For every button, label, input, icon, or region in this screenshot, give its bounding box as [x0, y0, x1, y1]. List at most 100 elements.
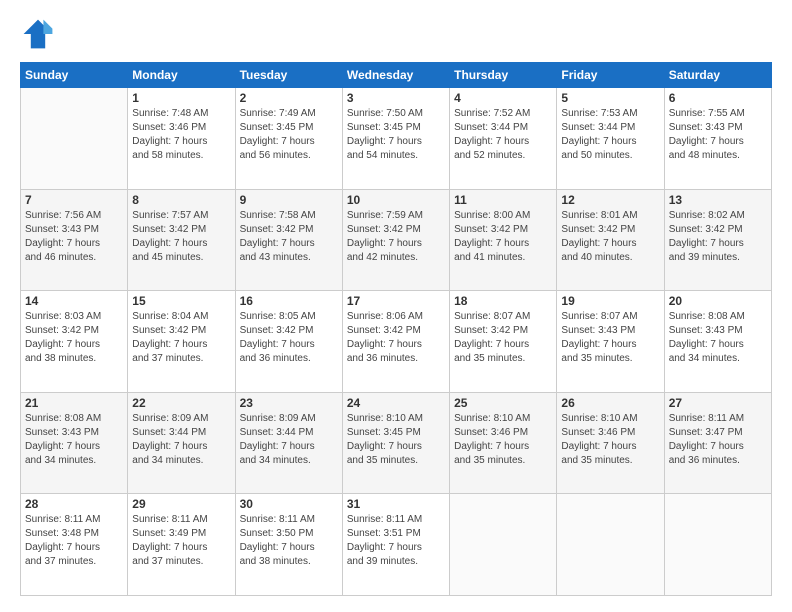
daylight-text-line1: Daylight: 7 hours [240, 339, 315, 350]
sunrise-text: Sunrise: 7:53 AM [561, 108, 637, 119]
sunset-text: Sunset: 3:44 PM [561, 122, 635, 133]
daylight-text-line1: Daylight: 7 hours [240, 441, 315, 452]
calendar-week-2: 7Sunrise: 7:56 AMSunset: 3:43 PMDaylight… [21, 189, 772, 291]
day-number: 19 [561, 294, 659, 308]
calendar-table: SundayMondayTuesdayWednesdayThursdayFrid… [20, 62, 772, 596]
sunrise-text: Sunrise: 8:09 AM [132, 413, 208, 424]
daylight-text-line2: and 48 minutes. [669, 150, 740, 161]
sunset-text: Sunset: 3:49 PM [132, 528, 206, 539]
sunrise-text: Sunrise: 7:50 AM [347, 108, 423, 119]
day-number: 12 [561, 193, 659, 207]
daylight-text-line1: Daylight: 7 hours [347, 339, 422, 350]
sunrise-text: Sunrise: 8:11 AM [240, 514, 315, 525]
daylight-text-line1: Daylight: 7 hours [347, 542, 422, 553]
calendar-cell: 13 Sunrise: 8:02 AM Sunset: 3:42 PM Dayligh… [664, 189, 771, 291]
sunrise-text: Sunrise: 8:04 AM [132, 311, 208, 322]
sunset-text: Sunset: 3:42 PM [240, 325, 314, 336]
calendar-week-3: 14 Sunrise: 8:03 AM Sunset: 3:42 PM Dayligh… [21, 291, 772, 393]
sunset-text: Sunset: 3:43 PM [561, 325, 635, 336]
daylight-text-line2: and 34 minutes. [669, 353, 740, 364]
col-header-tuesday: Tuesday [235, 63, 342, 88]
daylight-text-line2: and 38 minutes. [25, 353, 96, 364]
daylight-text-line2: and 52 minutes. [454, 150, 525, 161]
page: SundayMondayTuesdayWednesdayThursdayFrid… [0, 0, 792, 612]
calendar-cell: 11Sunrise: 8:00 AMSunset: 3:42 PMDayligh… [450, 189, 557, 291]
calendar-header-row: SundayMondayTuesdayWednesdayThursdayFrid… [21, 63, 772, 88]
daylight-text-line1: Daylight: 7 hours [347, 441, 422, 452]
sunset-text: Sunset: 3:44 PM [240, 427, 314, 438]
daylight-text-line2: and 38 minutes. [240, 556, 311, 567]
daylight-text-line2: and 37 minutes. [132, 556, 203, 567]
sunset-text: Sunset: 3:42 PM [669, 224, 743, 235]
sunset-text: Sunset: 3:42 PM [132, 224, 206, 235]
day-info: Sunrise: 8:01 AMSunset: 3:42 PMDaylight:… [561, 209, 659, 265]
col-header-saturday: Saturday [664, 63, 771, 88]
daylight-text-line2: and 36 minutes. [240, 353, 311, 364]
sunrise-text: Sunrise: 8:02 AM [669, 210, 745, 221]
day-info: Sunrise: 7:52 AMSunset: 3:44 PMDaylight:… [454, 107, 552, 163]
sunrise-text: Sunrise: 8:07 AM [454, 311, 530, 322]
sunrise-text: Sunrise: 7:57 AM [132, 210, 208, 221]
calendar-cell: 6Sunrise: 7:55 AMSunset: 3:43 PMDaylight… [664, 88, 771, 190]
day-number: 2 [240, 91, 338, 105]
day-info: Sunrise: 8:11 AMSunset: 3:47 PMDaylight:… [669, 412, 767, 468]
day-number: 22 [132, 396, 230, 410]
daylight-text-line1: Daylight: 7 hours [132, 441, 207, 452]
daylight-text-line1: Daylight: 7 hours [25, 441, 100, 452]
day-info: Sunrise: 8:11 AMSunset: 3:51 PMDaylight:… [347, 513, 445, 569]
sunrise-text: Sunrise: 7:48 AM [132, 108, 208, 119]
sunset-text: Sunset: 3:45 PM [347, 122, 421, 133]
sunrise-text: Sunrise: 8:10 AM [454, 413, 530, 424]
sunrise-text: Sunrise: 8:03 AM [25, 311, 101, 322]
daylight-text-line2: and 54 minutes. [347, 150, 418, 161]
calendar-cell: 4Sunrise: 7:52 AMSunset: 3:44 PMDaylight… [450, 88, 557, 190]
daylight-text-line2: and 39 minutes. [347, 556, 418, 567]
day-info: Sunrise: 8:09 AM Sunset: 3:44 PM Daylight:… [132, 412, 230, 468]
calendar-cell: 31Sunrise: 8:11 AMSunset: 3:51 PMDayligh… [342, 494, 449, 596]
day-info: Sunrise: 7:57 AMSunset: 3:42 PMDaylight:… [132, 209, 230, 265]
daylight-text-line1: Daylight: 7 hours [240, 238, 315, 249]
calendar-cell: 21Sunrise: 8:08 AMSunset: 3:43 PMDayligh… [21, 392, 128, 494]
day-number: 1 [132, 91, 230, 105]
calendar-cell: 23Sunrise: 8:09 AMSunset: 3:44 PMDayligh… [235, 392, 342, 494]
calendar-cell: 2Sunrise: 7:49 AMSunset: 3:45 PMDaylight… [235, 88, 342, 190]
daylight-text-line1: Daylight: 7 hours [669, 238, 744, 249]
daylight-text-line2: and 42 minutes. [347, 252, 418, 263]
daylight-text-line1: Daylight: 7 hours [454, 136, 529, 147]
sunset-text: Sunset: 3:44 PM [132, 427, 206, 438]
sunrise-text: Sunrise: 8:01 AM [561, 210, 637, 221]
daylight-text-line1: Daylight: 7 hours [25, 339, 100, 350]
sunset-text: Sunset: 3:43 PM [25, 224, 99, 235]
daylight-text-line2: and 34 minutes. [25, 455, 96, 466]
sunrise-text: Sunrise: 7:55 AM [669, 108, 745, 119]
calendar-cell [21, 88, 128, 190]
daylight-text-line2: and 43 minutes. [240, 252, 311, 263]
sunrise-text: Sunrise: 7:56 AM [25, 210, 101, 221]
day-info: Sunrise: 7:48 AMSunset: 3:46 PMDaylight:… [132, 107, 230, 163]
sunset-text: Sunset: 3:45 PM [240, 122, 314, 133]
calendar-week-4: 21Sunrise: 8:08 AMSunset: 3:43 PMDayligh… [21, 392, 772, 494]
daylight-text-line2: and 39 minutes. [669, 252, 740, 263]
day-number: 13 [669, 193, 767, 207]
day-info: Sunrise: 8:10 AMSunset: 3:45 PMDaylight:… [347, 412, 445, 468]
sunrise-text: Sunrise: 7:59 AM [347, 210, 423, 221]
day-number: 8 [132, 193, 230, 207]
daylight-text-line2: and 41 minutes. [454, 252, 525, 263]
daylight-text-line1: Daylight: 7 hours [561, 441, 636, 452]
calendar-cell: 15Sunrise: 8:04 AMSunset: 3:42 PMDayligh… [128, 291, 235, 393]
calendar-cell: 10Sunrise: 7:59 AMSunset: 3:42 PMDayligh… [342, 189, 449, 291]
day-number: 30 [240, 497, 338, 511]
day-info: Sunrise: 7:58 AMSunset: 3:42 PMDaylight:… [240, 209, 338, 265]
sunset-text: Sunset: 3:43 PM [25, 427, 99, 438]
daylight-text-line2: and 35 minutes. [561, 353, 632, 364]
daylight-text-line1: Daylight: 7 hours [240, 542, 315, 553]
day-number: 29 [132, 497, 230, 511]
calendar-cell: 25Sunrise: 8:10 AMSunset: 3:46 PMDayligh… [450, 392, 557, 494]
daylight-text-line2: and 56 minutes. [240, 150, 311, 161]
daylight-text-line2: and 35 minutes. [454, 353, 525, 364]
day-number: 18 [454, 294, 552, 308]
daylight-text-line1: Daylight: 7 hours [454, 238, 529, 249]
col-header-wednesday: Wednesday [342, 63, 449, 88]
sunset-text: Sunset: 3:45 PM [347, 427, 421, 438]
day-number: 14 [25, 294, 123, 308]
